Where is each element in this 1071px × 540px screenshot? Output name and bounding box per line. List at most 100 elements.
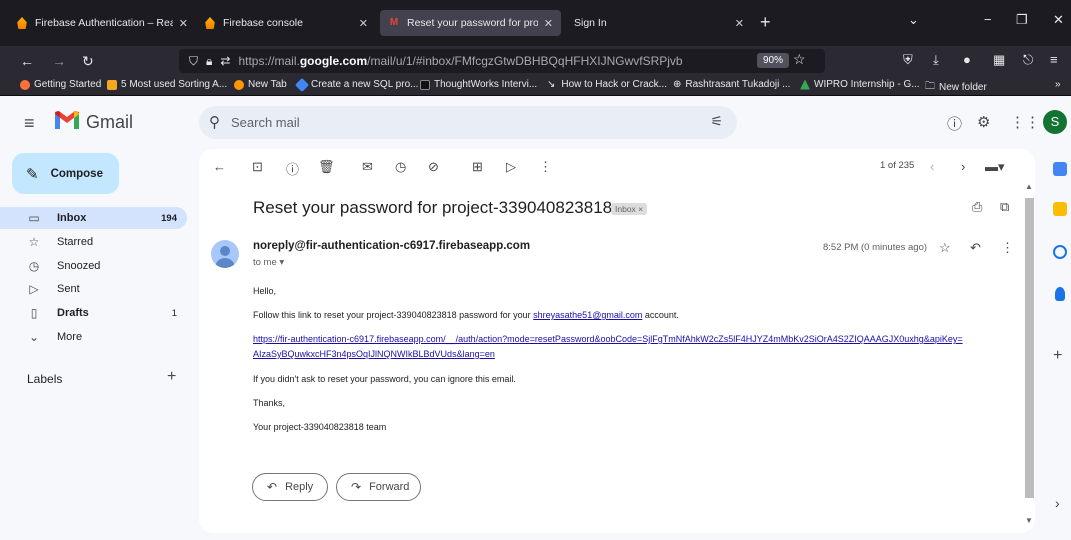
inbox-label-chip[interactable]: Inbox × (611, 203, 648, 215)
extension-colorful-icon[interactable]: ▦ (993, 52, 1005, 68)
more-bookmarks-icon[interactable]: » (1055, 79, 1061, 90)
nav-item-inbox[interactable]: ▭ Inbox 194 (0, 207, 187, 229)
snooze-clock-icon[interactable]: ◷ (395, 159, 406, 175)
sender-address[interactable]: noreply@fir-authentication-c6917.firebas… (253, 240, 530, 252)
scroll-down-icon[interactable]: ▼ (1025, 516, 1033, 525)
nav-item-more[interactable]: ⌄ More (0, 326, 187, 348)
scroll-up-icon[interactable]: ▲ (1025, 182, 1033, 191)
close-icon[interactable]: ✕ (359, 17, 368, 30)
share-icon[interactable]: ⎋ (1023, 52, 1033, 68)
bookmark-item[interactable]: Create a new SQL pro... (294, 77, 419, 92)
forward-button[interactable]: ↷ Forward (336, 473, 421, 501)
show-side-panel-icon[interactable]: › (1055, 495, 1060, 511)
label-icon[interactable]: ▷ (506, 159, 516, 175)
forward-arrow-icon: ↷ (351, 480, 362, 494)
bookmark-item[interactable]: ThoughtWorks Intervi... (420, 79, 537, 90)
lock-icon[interactable]: 🔒︎ (206, 54, 212, 69)
nav-item-snoozed[interactable]: ◷ Snoozed (0, 255, 187, 277)
zoom-level[interactable]: 90% (757, 53, 790, 68)
restore-icon[interactable]: ❐ (1016, 12, 1028, 28)
star-icon[interactable]: ☆ (939, 240, 951, 256)
nav-item-drafts[interactable]: ▯ Drafts 1 (0, 302, 187, 324)
recipient-details[interactable]: to me ▾ (253, 257, 284, 268)
add-label-icon[interactable]: + (167, 368, 176, 386)
back-icon[interactable]: ← (20, 52, 34, 70)
bookmark-item[interactable]: WIPRO Internship - G... (800, 79, 920, 90)
input-tools-icon[interactable]: ▬▾ (985, 159, 1005, 175)
thoughtworks-icon (420, 79, 430, 90)
report-spam-icon[interactable]: ⓘ (286, 159, 299, 178)
nav-item-starred[interactable]: ☆ Starred (0, 231, 187, 253)
extension-icon[interactable]: ● (963, 52, 971, 67)
sender-avatar[interactable] (211, 240, 239, 268)
help-icon[interactable]: ⓘ (947, 113, 962, 134)
bookmark-folder[interactable]: 🗀 New folder (925, 79, 987, 96)
search-bar[interactable]: ⚲ Search mail ⚟ (199, 106, 737, 139)
tab-firebase-auth[interactable]: Firebase Authentication – Realtim ✕ (8, 10, 196, 36)
minimize-icon[interactable]: − (984, 12, 992, 27)
close-icon[interactable]: ✕ (179, 17, 188, 30)
nav-item-sent[interactable]: ▷ Sent (0, 278, 187, 300)
firefox-icon (20, 79, 30, 90)
delete-icon[interactable]: 🗑︎ (318, 159, 335, 175)
forward-icon[interactable]: → (52, 52, 66, 70)
reload-icon[interactable]: ↻ (82, 52, 94, 70)
scrollbar-thumb[interactable] (1025, 198, 1034, 498)
reply-icon[interactable]: ↶ (970, 240, 981, 256)
tasks-icon[interactable] (1053, 245, 1067, 259)
archive-icon[interactable]: ⊡ (252, 159, 263, 175)
bookmark-item[interactable]: New Tab (234, 79, 287, 90)
apps-grid-icon[interactable]: ⋮⋮ (1010, 113, 1040, 131)
person-icon (220, 246, 230, 256)
gmail-header: ≡ Gmail ⚲ Search mail ⚟ ⓘ ⚙ ⋮⋮ S (0, 97, 1071, 149)
window-close-icon[interactable]: ✕ (1053, 12, 1064, 28)
downloads-icon[interactable]: ⤓ (933, 52, 939, 68)
older-chevron-icon[interactable]: › (961, 159, 965, 174)
open-new-window-icon[interactable]: ⧉ (1000, 199, 1009, 215)
bookmark-item[interactable]: Getting Started (20, 79, 101, 90)
account-avatar[interactable]: S (1043, 110, 1067, 134)
move-to-icon[interactable]: ⊞ (472, 159, 483, 175)
close-icon[interactable]: ✕ (735, 17, 744, 30)
back-to-inbox-icon[interactable]: ← (213, 159, 226, 174)
bookmark-item[interactable]: ↘ How to Hack or Crack... (547, 79, 667, 90)
new-tab-icon[interactable]: + (760, 12, 771, 32)
tab-firebase-console[interactable]: Firebase console ✕ (196, 10, 376, 36)
reply-button[interactable]: ↶ Reply (252, 473, 328, 501)
tab-sign-in[interactable]: Sign In ✕ (566, 10, 752, 36)
bookmark-item[interactable]: 5 Most used Sorting A... (107, 79, 227, 90)
search-icon[interactable]: ⚲ (209, 113, 220, 131)
list-tabs-icon[interactable]: ⌄ (908, 12, 919, 28)
menu-icon[interactable]: ≡ (1050, 52, 1058, 67)
bookmark-label: Create a new SQL pro... (311, 79, 419, 90)
search-input[interactable]: Search mail (231, 115, 300, 130)
more-options-icon[interactable]: ⋮ (539, 159, 552, 175)
instruction-text: account. (642, 310, 679, 320)
bookmark-item[interactable]: ⊕ Rashtrasant Tukadoji ... (673, 79, 790, 90)
shield-icon[interactable]: ⛉ (189, 54, 198, 69)
bookmark-star-icon[interactable]: ☆ (793, 51, 806, 68)
message-scrollbar[interactable]: ▲ ▼ (1024, 182, 1035, 526)
account-email-link[interactable]: shreyasathe51@gmail.com (533, 310, 642, 320)
close-icon[interactable]: ✕ (544, 17, 553, 30)
url-bar[interactable]: ⛉ 🔒︎ ⇄ https://mail.google.com/mail/u/1/… (179, 49, 825, 73)
main-menu-icon[interactable]: ≡ (24, 113, 35, 134)
newer-chevron-icon[interactable]: ‹ (930, 159, 934, 174)
contacts-icon[interactable] (1055, 287, 1065, 301)
keep-icon[interactable] (1053, 202, 1067, 216)
add-task-icon[interactable]: ⊘ (428, 159, 439, 175)
pocket-icon[interactable]: ⛨ (903, 52, 913, 68)
more-actions-icon[interactable]: ⋮ (1001, 240, 1014, 256)
print-icon[interactable]: ⎙ (972, 199, 982, 215)
calendar-icon[interactable] (1053, 162, 1067, 176)
settings-gear-icon[interactable]: ⚙ (977, 113, 990, 131)
permissions-icon[interactable]: ⇄ (220, 54, 230, 68)
reset-password-link-continued[interactable]: AIzaSyBQuwkxcHF3n4psOqIJlNQNWIkBLBdVUds&… (253, 349, 495, 359)
tab-reset-password[interactable]: M Reset your password for project-3 ✕ (380, 10, 561, 36)
search-options-icon[interactable]: ⚟ (710, 113, 723, 130)
reset-password-link[interactable]: https://fir-authentication-c6917.firebas… (253, 334, 963, 344)
compose-label: Compose (50, 167, 103, 180)
get-addons-icon[interactable]: + (1053, 347, 1062, 365)
mark-unread-icon[interactable]: ✉ (362, 159, 373, 175)
compose-button[interactable]: ✎ Compose (12, 153, 119, 194)
